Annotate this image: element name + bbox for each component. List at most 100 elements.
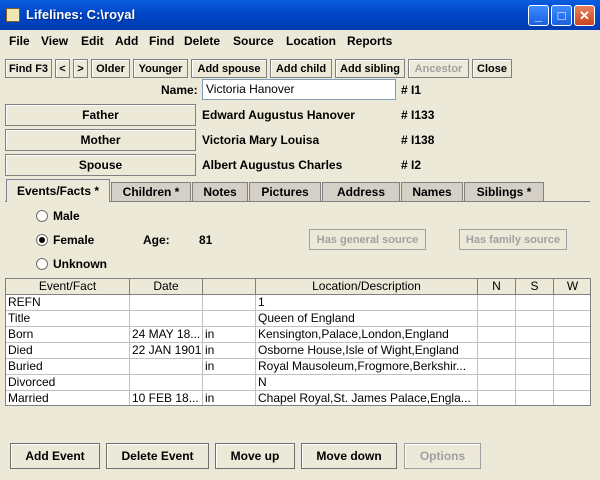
close-window-button[interactable]: ✕ bbox=[574, 5, 595, 26]
younger-button[interactable]: Younger bbox=[133, 59, 188, 78]
table-cell[interactable] bbox=[554, 375, 590, 391]
table-cell[interactable]: in bbox=[203, 343, 256, 359]
table-cell[interactable] bbox=[516, 375, 554, 391]
family-source-button[interactable]: Has family source bbox=[459, 229, 567, 250]
table-cell[interactable] bbox=[130, 375, 203, 391]
male-radio[interactable] bbox=[36, 210, 48, 222]
move-up-button[interactable]: Move up bbox=[215, 443, 295, 469]
prev-button[interactable]: < bbox=[55, 59, 70, 78]
tab-names[interactable]: Names bbox=[401, 182, 463, 201]
table-cell[interactable]: in bbox=[203, 327, 256, 343]
column-n[interactable]: N bbox=[478, 279, 516, 295]
add-child-button[interactable]: Add child bbox=[270, 59, 332, 78]
menu-delete[interactable]: Delete bbox=[184, 34, 220, 48]
table-cell[interactable] bbox=[516, 327, 554, 343]
minimize-button[interactable]: _ bbox=[528, 5, 549, 26]
menu-edit[interactable]: Edit bbox=[81, 34, 104, 48]
older-button[interactable]: Older bbox=[91, 59, 130, 78]
table-cell[interactable] bbox=[554, 311, 590, 327]
menu-location[interactable]: Location bbox=[286, 34, 336, 48]
table-cell[interactable] bbox=[554, 327, 590, 343]
table-cell[interactable] bbox=[478, 295, 516, 311]
menu-add[interactable]: Add bbox=[115, 34, 138, 48]
table-cell[interactable]: REFN bbox=[6, 295, 130, 311]
menu-find[interactable]: Find bbox=[149, 34, 174, 48]
table-cell[interactable]: Queen of England bbox=[256, 311, 478, 327]
table-cell[interactable]: 10 FEB 18... bbox=[130, 391, 203, 405]
table-cell[interactable] bbox=[516, 343, 554, 359]
table-cell[interactable]: Kensington,Palace,London,England bbox=[256, 327, 478, 343]
table-cell[interactable] bbox=[130, 295, 203, 311]
table-cell[interactable]: Died bbox=[6, 343, 130, 359]
ancestor-button[interactable]: Ancestor bbox=[408, 59, 469, 78]
column-event-fact[interactable]: Event/Fact bbox=[6, 279, 130, 295]
father-button[interactable]: Father bbox=[5, 104, 196, 126]
column-s[interactable]: S bbox=[516, 279, 554, 295]
tab-children[interactable]: Children * bbox=[111, 182, 191, 201]
column-w[interactable]: W bbox=[554, 279, 590, 295]
maximize-button[interactable]: □ bbox=[551, 5, 572, 26]
table-cell[interactable] bbox=[130, 359, 203, 375]
table-cell[interactable] bbox=[516, 359, 554, 375]
close-button[interactable]: Close bbox=[472, 59, 512, 78]
table-cell[interactable]: Osborne House,Isle of Wight,England bbox=[256, 343, 478, 359]
table-cell[interactable] bbox=[554, 359, 590, 375]
female-radio[interactable] bbox=[36, 234, 48, 246]
table-cell[interactable]: Married bbox=[6, 391, 130, 405]
delete-event-button[interactable]: Delete Event bbox=[106, 443, 209, 469]
menu-source[interactable]: Source bbox=[233, 34, 274, 48]
table-cell[interactable] bbox=[516, 391, 554, 405]
table-cell[interactable] bbox=[478, 327, 516, 343]
options-button[interactable]: Options bbox=[404, 443, 481, 469]
table-cell[interactable]: Title bbox=[6, 311, 130, 327]
table-cell[interactable]: Born bbox=[6, 327, 130, 343]
spouse-button[interactable]: Spouse bbox=[5, 154, 196, 176]
mother-button[interactable]: Mother bbox=[5, 129, 196, 151]
menu-reports[interactable]: Reports bbox=[347, 34, 392, 48]
add-spouse-button[interactable]: Add spouse bbox=[191, 59, 267, 78]
table-cell[interactable]: Buried bbox=[6, 359, 130, 375]
move-down-button[interactable]: Move down bbox=[301, 443, 397, 469]
next-button[interactable]: > bbox=[73, 59, 88, 78]
table-cell[interactable] bbox=[203, 311, 256, 327]
tab-siblings[interactable]: Siblings * bbox=[464, 182, 544, 201]
tab-address[interactable]: Address bbox=[322, 182, 400, 201]
add-event-button[interactable]: Add Event bbox=[10, 443, 100, 469]
table-cell[interactable]: 1 bbox=[256, 295, 478, 311]
table-cell[interactable] bbox=[130, 311, 203, 327]
column-location[interactable]: Location/Description bbox=[256, 279, 478, 295]
table-cell[interactable] bbox=[203, 295, 256, 311]
column-date[interactable]: Date bbox=[130, 279, 203, 295]
table-cell[interactable] bbox=[554, 391, 590, 405]
table-cell[interactable]: Royal Mausoleum,Frogmore,Berkshir... bbox=[256, 359, 478, 375]
table-cell[interactable] bbox=[554, 343, 590, 359]
table-cell[interactable] bbox=[203, 375, 256, 391]
mother-name: Victoria Mary Louisa bbox=[202, 133, 320, 147]
table-cell[interactable]: 24 MAY 18... bbox=[130, 327, 203, 343]
tab-events-facts[interactable]: Events/Facts * bbox=[6, 179, 110, 202]
tab-pictures[interactable]: Pictures bbox=[249, 182, 321, 201]
table-cell[interactable] bbox=[516, 311, 554, 327]
table-cell[interactable]: N bbox=[256, 375, 478, 391]
table-cell[interactable] bbox=[478, 375, 516, 391]
tab-notes[interactable]: Notes bbox=[192, 182, 248, 201]
table-cell[interactable] bbox=[478, 391, 516, 405]
table-cell[interactable]: Divorced bbox=[6, 375, 130, 391]
column-prep[interactable] bbox=[203, 279, 256, 295]
name-input[interactable]: Victoria Hanover bbox=[202, 79, 396, 100]
table-cell[interactable]: 22 JAN 1901 bbox=[130, 343, 203, 359]
table-cell[interactable] bbox=[478, 311, 516, 327]
add-sibling-button[interactable]: Add sibling bbox=[335, 59, 405, 78]
menu-file[interactable]: File bbox=[9, 34, 30, 48]
table-cell[interactable] bbox=[478, 343, 516, 359]
general-source-button[interactable]: Has general source bbox=[309, 229, 426, 250]
table-cell[interactable]: in bbox=[203, 391, 256, 405]
table-cell[interactable] bbox=[554, 295, 590, 311]
table-cell[interactable]: Chapel Royal,St. James Palace,Engla... bbox=[256, 391, 478, 405]
table-cell[interactable] bbox=[516, 295, 554, 311]
table-cell[interactable]: in bbox=[203, 359, 256, 375]
menu-view[interactable]: View bbox=[41, 34, 68, 48]
table-cell[interactable] bbox=[478, 359, 516, 375]
unknown-radio[interactable] bbox=[36, 258, 48, 270]
find-button[interactable]: Find F3 bbox=[5, 59, 52, 78]
